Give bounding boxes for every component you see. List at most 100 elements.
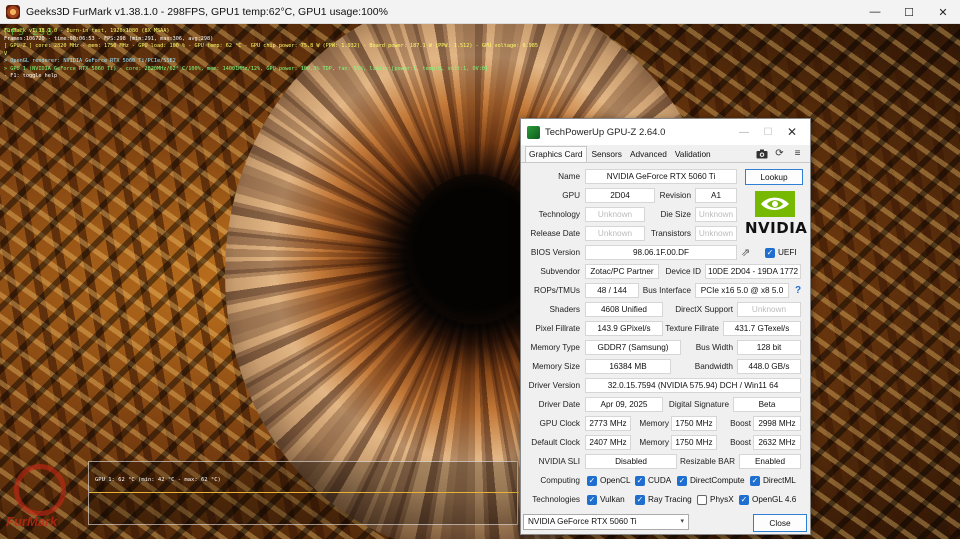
tab-advanced[interactable]: Advanced bbox=[627, 149, 670, 162]
share-icon[interactable]: ⇗ bbox=[741, 247, 757, 259]
directcompute-checkbox[interactable]: ✓ bbox=[677, 476, 687, 486]
label-resizable-bar: Resizable BAR bbox=[679, 457, 735, 466]
value-memory-size: 16384 MB bbox=[585, 359, 671, 374]
label-default-memory: Memory bbox=[639, 438, 669, 447]
value-die-size: Unknown bbox=[695, 207, 737, 222]
label-release-date: Release Date bbox=[530, 229, 580, 238]
camera-icon[interactable] bbox=[755, 147, 768, 160]
gpuz-window-title: TechPowerUp GPU-Z 2.64.0 bbox=[545, 126, 666, 138]
opengl-label: OpenGL 4.6 bbox=[752, 495, 797, 504]
directml-label: DirectML bbox=[763, 476, 796, 485]
label-memory-type: Memory Type bbox=[530, 343, 580, 352]
value-transistors: Unknown bbox=[695, 226, 737, 241]
value-gpu-clock: 2773 MHz bbox=[585, 416, 631, 431]
uefi-checkbox[interactable]: ✓ bbox=[765, 248, 775, 258]
close-button[interactable]: Close bbox=[753, 514, 807, 532]
value-bandwidth: 448.0 GB/s bbox=[737, 359, 801, 374]
value-default-clock: 2407 MHz bbox=[585, 435, 631, 450]
value-gpu: 2D04 bbox=[585, 188, 655, 203]
value-pixel-fillrate: 143.9 GPixel/s bbox=[585, 321, 663, 336]
value-release-date: Unknown bbox=[585, 226, 645, 241]
furmark-titlebar[interactable]: Geeks3D FurMark v1.38.1.0 - 298FPS, GPU1… bbox=[0, 0, 960, 24]
gpuz-titlebar[interactable]: TechPowerUp GPU-Z 2.64.0 — ☐ ✕ bbox=[521, 119, 810, 145]
label-driver-version: Driver Version bbox=[528, 381, 580, 390]
opencl-checkbox[interactable]: ✓ bbox=[587, 476, 597, 486]
label-default-boost: Boost bbox=[730, 438, 751, 447]
label-revision: Revision bbox=[659, 191, 691, 200]
value-name: NVIDIA GeForce RTX 5060 Ti bbox=[585, 169, 737, 184]
label-die-size: Die Size bbox=[660, 210, 692, 219]
nvidia-eye-icon bbox=[755, 191, 795, 217]
label-name: Name bbox=[558, 172, 580, 181]
label-gpu-memory: Memory bbox=[639, 419, 669, 428]
value-gpu-memory: 1750 MHz bbox=[671, 416, 717, 431]
value-driver-date: Apr 09, 2025 bbox=[585, 397, 663, 412]
overlay-line: Frames:106720 - time:00:06:53 - FPS:298 … bbox=[4, 35, 214, 42]
value-bios-version: 98.06.1F.00.DF bbox=[585, 245, 737, 260]
temperature-graph-label: GPU 1: 62 °C (min: 42 °C - max: 62 °C) bbox=[95, 477, 221, 483]
label-subvendor: Subvendor bbox=[540, 267, 580, 276]
tab-validation[interactable]: Validation bbox=[672, 149, 714, 162]
menu-icon[interactable]: ≡ bbox=[791, 147, 804, 160]
label-bandwidth: Bandwidth bbox=[694, 362, 733, 371]
close-icon[interactable]: ✕ bbox=[926, 0, 960, 24]
furmark-window-title: Geeks3D FurMark v1.38.1.0 - 298FPS, GPU1… bbox=[26, 5, 388, 18]
value-revision: A1 bbox=[695, 188, 737, 203]
value-technology: Unknown bbox=[585, 207, 645, 222]
value-bus-interface: PCIe x16 5.0 @ x8 5.0 bbox=[695, 283, 789, 298]
value-driver-version: 32.0.15.7594 (NVIDIA 575.94) DCH / Win11… bbox=[585, 378, 801, 393]
help-icon[interactable]: ? bbox=[795, 285, 801, 296]
gpuz-window: TechPowerUp GPU-Z 2.64.0 — ☐ ✕ Graphics … bbox=[520, 118, 811, 535]
overlay-line: FurMark v1.38.1.0 - Burn-in test, 1920x1… bbox=[4, 28, 170, 34]
value-digital-signature: Beta bbox=[733, 397, 801, 412]
cuda-checkbox[interactable]: ✓ bbox=[635, 476, 645, 486]
temperature-graph: GPU 1: 62 °C (min: 42 °C - max: 62 °C) bbox=[88, 461, 519, 525]
physx-checkbox[interactable] bbox=[697, 495, 707, 505]
furmark-window: Geeks3D FurMark v1.38.1.0 - 298FPS, GPU1… bbox=[0, 0, 960, 539]
label-bus-width: Bus Width bbox=[695, 343, 733, 352]
gpuz-app-icon bbox=[527, 125, 540, 139]
label-device-id: Device ID bbox=[665, 267, 702, 276]
lookup-button[interactable]: Lookup bbox=[745, 169, 803, 185]
maximize-icon[interactable]: ☐ bbox=[756, 119, 780, 145]
label-texture-fillrate: Texture Fillrate bbox=[665, 324, 719, 333]
nvidia-wordmark: NVIDIA bbox=[745, 219, 808, 237]
overlay-line: - F1: toggle help bbox=[4, 73, 58, 79]
label-technologies: Technologies bbox=[532, 495, 580, 504]
value-rops-tmus: 48 / 144 bbox=[585, 283, 639, 298]
tab-sensors[interactable]: Sensors bbox=[589, 149, 625, 162]
value-subvendor: Zotac/PC Partner bbox=[585, 264, 659, 279]
ray-tracing-checkbox[interactable]: ✓ bbox=[635, 495, 645, 505]
vulkan-checkbox[interactable]: ✓ bbox=[587, 495, 597, 505]
maximize-icon[interactable]: ☐ bbox=[892, 0, 926, 24]
value-texture-fillrate: 431.7 GTexel/s bbox=[723, 321, 801, 336]
label-directx-support: DirectX Support bbox=[675, 305, 733, 314]
label-pixel-fillrate: Pixel Fillrate bbox=[535, 324, 580, 333]
gpuz-tab-bar: Graphics Card Sensors Advanced Validatio… bbox=[521, 145, 810, 163]
furmark-logo-text: FurMark bbox=[6, 514, 58, 529]
chevron-down-icon: ▾ bbox=[680, 518, 684, 525]
temperature-graph-line bbox=[89, 492, 519, 493]
label-digital-signature: Digital Signature bbox=[668, 400, 729, 409]
nvidia-logo: NVIDIA bbox=[745, 191, 809, 239]
vulkan-label: Vulkan bbox=[600, 495, 625, 504]
value-resizable-bar: Enabled bbox=[739, 454, 801, 469]
overlay-line: [ GPU-Z ] core: 2820 MHz - mem: 1750 MHz… bbox=[4, 43, 539, 57]
directml-checkbox[interactable]: ✓ bbox=[750, 476, 760, 486]
ray-tracing-label: Ray Tracing bbox=[648, 495, 692, 504]
directcompute-label: DirectCompute bbox=[690, 476, 745, 485]
label-transistors: Transistors bbox=[650, 229, 691, 238]
value-device-id: 10DE 2D04 - 19DA 1772 bbox=[705, 264, 801, 279]
tab-graphics-card[interactable]: Graphics Card bbox=[525, 146, 587, 162]
label-gpu-clock: GPU Clock bbox=[539, 419, 581, 428]
minimize-icon[interactable]: — bbox=[858, 0, 892, 24]
label-rops-tmus: ROPs/TMUs bbox=[534, 286, 580, 295]
label-bus-interface: Bus Interface bbox=[642, 286, 691, 295]
minimize-icon[interactable]: — bbox=[732, 119, 756, 145]
label-gpu-boost: Boost bbox=[730, 419, 751, 428]
close-icon[interactable]: ✕ bbox=[780, 119, 804, 145]
opengl-checkbox[interactable]: ✓ bbox=[739, 495, 749, 505]
value-bus-width: 128 bit bbox=[737, 340, 801, 355]
gpu-selector-dropdown[interactable]: NVIDIA GeForce RTX 5060 Ti ▾ bbox=[523, 514, 689, 530]
refresh-icon[interactable]: ⟳ bbox=[773, 147, 786, 160]
